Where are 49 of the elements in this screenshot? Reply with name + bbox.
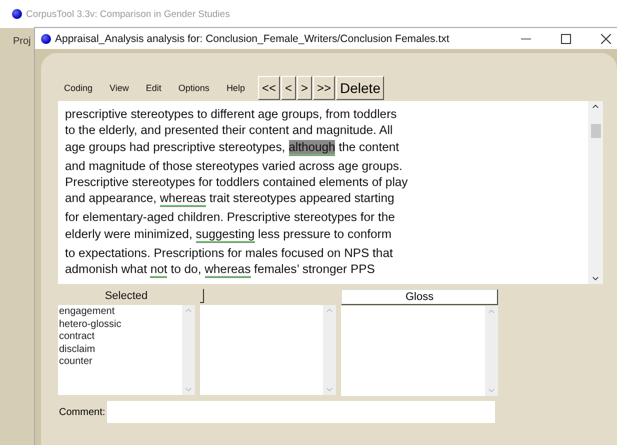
menu-item[interactable]: Proj [0,36,31,47]
window-title: Appraisal_Analysis analysis for: Conclusion_Female_Writers/Conclusion Females.txt [55,32,450,44]
comment-label: Comment: [59,406,106,418]
list-item[interactable]: contract [59,331,182,344]
coded-word[interactable]: whereas [204,262,251,278]
nav-button[interactable]: << [258,76,280,100]
splitter-handle[interactable] [200,289,204,303]
list-box[interactable]: engagement hetero-glossic contract disclaim counter [58,305,195,395]
text-line: prescriptive stereotypes to different age groups, from toddlers [65,106,398,122]
text-area[interactable] [58,101,603,284]
menu-item[interactable]: View [110,83,129,93]
list-item[interactable]: counter [59,356,182,368]
text-line: and magnitude of those stereotypes varied across age groups. [65,158,404,174]
column-header: Selected [104,289,149,304]
text-line: admonish what not to do, whereas females’ stronger PPS [65,261,376,278]
delete-button[interactable]: Delete [336,76,384,100]
maximize-icon[interactable] [561,34,571,44]
coded-word[interactable]: although [288,140,336,155]
list-item[interactable]: hetero-glossic [59,318,182,331]
window-title: CorpusTool 3.3v: Comparison in Gender Studies [26,8,230,20]
scroll-up-icon[interactable] [592,104,599,109]
text-line: to expectations. Prescriptions for males focused on NPS that [65,244,394,262]
scrollbar[interactable] [588,101,603,284]
list-item[interactable]: engagement [59,306,182,318]
menu-item[interactable]: Edit [146,83,162,93]
text-line: Prescriptive stereotypes for toddlers contained elements of play [65,174,409,190]
list-item[interactable]: disclaim [59,344,182,356]
coded-word[interactable]: suggesting [196,226,255,242]
nav-button[interactable]: >> [313,76,336,100]
app-icon [12,9,22,19]
gloss-button[interactable]: Gloss [341,289,498,305]
menu-item[interactable]: Help [226,83,245,93]
text-line: elderly were minimized, suggesting less pressure to conform [65,226,392,242]
scroll-down-icon[interactable] [592,276,599,281]
text-line: age groups had prescriptive stereotypes, although the content [65,138,400,156]
menu-item[interactable]: Options [178,83,210,93]
list-box[interactable] [341,306,498,396]
text-line: to the elderly, and presented their content and magnitude. All [65,122,394,139]
nav-button[interactable]: < [280,76,296,100]
nav-button[interactable]: > [296,76,312,100]
text-line: and appearance, whereas trait stereotypes appeared starting [65,190,396,207]
app-icon [41,34,51,44]
close-icon[interactable] [601,34,611,44]
coded-word[interactable]: not [150,262,168,278]
menu-item[interactable]: Coding [64,83,93,93]
scroll-thumb[interactable] [590,124,600,138]
text-line: for elementary-aged children. Prescriptive stereotypes for the [65,209,396,226]
coded-word[interactable]: whereas [160,191,206,206]
comment-field[interactable] [107,401,496,423]
